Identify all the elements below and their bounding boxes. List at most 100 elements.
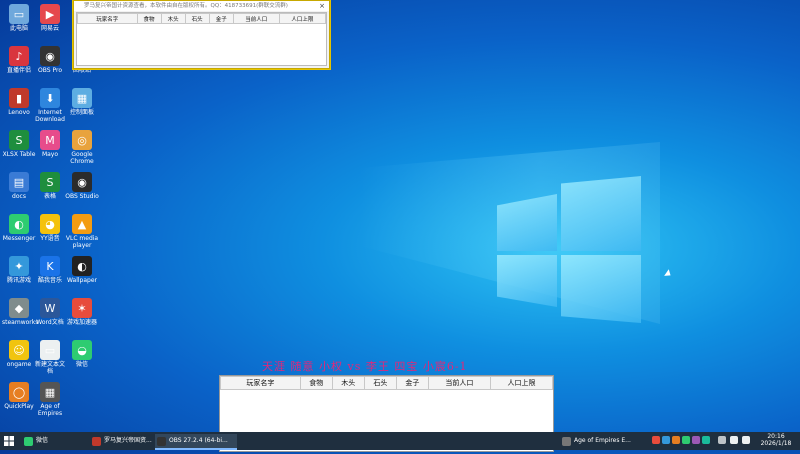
mouse-cursor-icon [664,269,673,279]
desktop-icon-label: Wallpaper [66,277,97,284]
desktop-icon[interactable]: ✦ 腾讯游戏 [2,256,36,284]
desktop-icon[interactable]: W Word文档 [33,298,67,326]
taskbar-item[interactable]: OBS 27.2.4 (64-bi... [155,434,237,450]
desktop-icon-label: 腾讯游戏 [6,277,31,284]
desktop-icon-label: 微信 [75,361,88,368]
desktop-icon-label: 直播伴侣 [6,67,31,74]
column-header[interactable]: 金子 [208,13,234,24]
taskbar-item[interactable]: 微信 [22,434,96,448]
desktop-icon[interactable]: K 酷我音乐 [33,256,67,284]
desktop-icon[interactable]: ▤ docs [2,172,36,200]
tray-icon[interactable] [662,436,670,444]
desktop-icon[interactable]: ▲ VLC media player [65,214,99,249]
taskbar-item-label: 微信 [36,437,49,444]
app-icon: ✶ [72,298,92,318]
desktop-icon-label: 新建文本文档 [34,361,65,375]
column-header[interactable]: 木头 [331,376,365,390]
app-icon: ◕ [40,214,60,234]
column-header[interactable]: 木头 [160,13,186,24]
tray-icon[interactable] [652,436,660,444]
column-header[interactable]: 食物 [299,376,333,390]
desktop-icon-label: QuickPlay [4,403,34,410]
desktop-icon-label: 游戏加速器 [66,319,97,326]
desktop-icon[interactable]: S 表格 [33,172,67,200]
column-header[interactable]: 人口上限 [489,376,554,390]
resource-viewer-window-top[interactable]: 罗马复兴帝国计资源查看，本软件由自在版权所有。QQ：418733691(群联交流… [73,0,330,69]
network-icon[interactable] [742,436,750,444]
app-icon: ▦ [72,88,92,108]
column-header[interactable]: 石头 [184,13,210,24]
close-button[interactable]: × [315,1,329,11]
taskbar-app-icon [92,437,101,446]
desktop-icon[interactable]: ◉ OBS Pro [33,46,67,74]
column-header[interactable]: 人口上限 [278,13,327,24]
windows-logo-wallpaper [497,176,642,326]
desktop-icon-label: OBS Studio [65,193,99,200]
desktop-icon[interactable]: ◒ 微信 [65,340,99,368]
app-icon: S [9,130,29,150]
desktop-icon[interactable]: S XLSX Table [2,130,36,158]
tray-icon[interactable] [672,436,680,444]
taskbar-app-icon [157,437,166,446]
desktop-icon[interactable]: ◕ YY语音 [33,214,67,242]
desktop-icon-label: OBS Pro [38,67,62,74]
tray-icon[interactable] [692,436,700,444]
desktop-icon[interactable]: ◐ Wallpaper [65,256,99,284]
desktop-icon-label: 表格 [43,193,56,200]
desktop-icon[interactable]: ▶ 网易云 [33,4,67,32]
app-icon: M [40,130,60,150]
taskbar-item-label: Age of Empires E... [574,437,631,444]
desktop-icon-label: Word文档 [36,319,64,326]
start-button[interactable] [2,434,16,448]
desktop-icon[interactable]: ▭ 新建文本文档 [33,340,67,375]
taskbar-item[interactable]: 罗马复兴帝国资... [90,434,164,448]
desktop-icon-label: 酷我音乐 [37,277,62,284]
column-header[interactable]: 当前人口 [232,13,280,24]
app-icon: ◒ [72,340,92,360]
column-header[interactable]: 玩家名字 [77,13,138,24]
tray-icon[interactable] [702,436,710,444]
desktop-icon[interactable]: ☺ ongame [2,340,36,368]
desktop-icon[interactable]: ✶ 游戏加速器 [65,298,99,326]
desktop-icon[interactable]: ▦ Age of Empires [33,382,67,417]
desktop-icon-label: docs [12,193,26,200]
window-title: 罗马复兴帝国计资源查看，本软件由自在版权所有。QQ：418733691(群联交流… [74,1,329,11]
desktop-icon[interactable]: M Mayo [33,130,67,158]
desktop-icon[interactable]: ◆ steamworks [2,298,39,326]
desktop-icon-label: Mayo [41,151,59,158]
column-header[interactable]: 石头 [363,376,397,390]
app-icon: ▭ [40,340,60,360]
desktop-icon-label: Google Chrome [70,151,94,165]
desktop-icon[interactable]: ▮ Lenovo [2,88,36,116]
clock[interactable]: 20:16 2026/1/18 [756,433,796,447]
desktop-icon[interactable]: ◉ OBS Studio [65,172,99,200]
desktop-icon-label: YY语音 [40,235,60,242]
column-header[interactable]: 当前人口 [427,376,491,390]
desktop-icon[interactable]: ♪ 直播伴侣 [2,46,36,74]
desktop-icon-label: XLSX Table [2,151,36,158]
desktop-icon[interactable]: ▭ 此电脑 [2,4,36,32]
app-icon: ▶ [40,4,60,24]
desktop-icon[interactable]: ◯ QuickPlay [2,382,36,410]
column-header[interactable]: 金子 [395,376,429,390]
taskbar-app-icon [24,437,33,446]
volume-icon[interactable] [730,436,738,444]
tray-icon[interactable] [682,436,690,444]
taskbar-item[interactable]: Age of Empires E... [560,434,646,448]
desktop-icon[interactable]: ◐ Messenger [2,214,36,242]
column-header[interactable]: 玩家名字 [220,376,301,390]
column-header[interactable]: 食物 [136,13,162,24]
desktop-icon-label: steamworks [2,319,39,326]
desktop-icon[interactable]: ⬇ Internet Download [33,88,67,123]
taskbar: 微信 罗马复兴帝国资... OBS 27.2.4 (64-bi... Age of E… [0,432,800,450]
desktop-icon-label: Internet Download [35,109,65,123]
taskbar-app-icon [562,437,571,446]
desktop-icon[interactable]: ▦ 控制面板 [65,88,99,116]
app-icon: K [40,256,60,276]
clock-time: 20:16 [767,433,785,440]
desktop-icon[interactable]: ◎ Google Chrome [65,130,99,165]
clock-date: 2026/1/18 [760,440,792,447]
tray-icon[interactable] [718,436,726,444]
app-icon: ◯ [9,382,29,402]
desktop-icon-label: 控制面板 [69,109,94,116]
